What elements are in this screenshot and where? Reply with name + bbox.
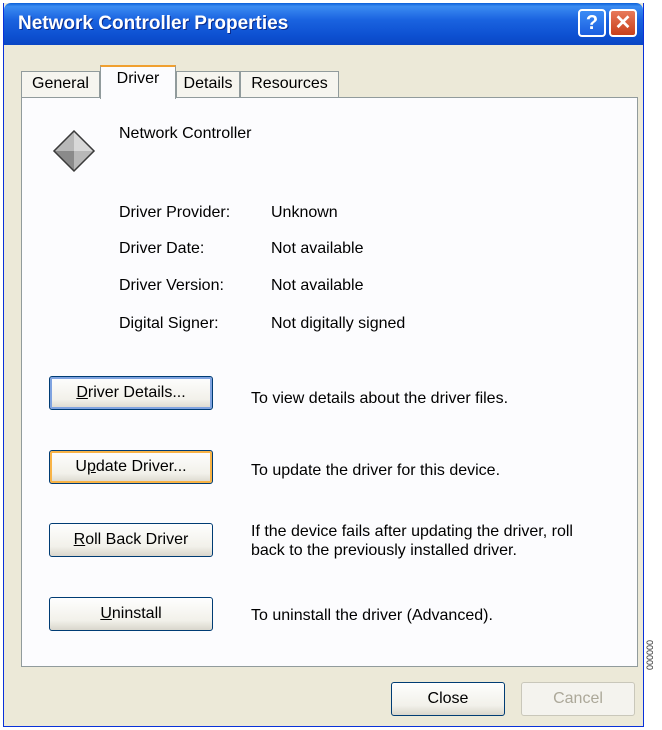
update-driver-prefix: U: [75, 458, 87, 475]
roll-back-mnemonic: R: [73, 531, 86, 548]
digital-signer-value: Not digitally signed: [271, 315, 406, 332]
tab-resources[interactable]: Resources: [240, 71, 339, 97]
driver-tab-panel: Network Controller Driver Provider: Unkn…: [21, 97, 638, 667]
cancel-button[interactable]: Cancel: [521, 682, 635, 716]
window-title: Network Controller Properties: [18, 13, 289, 34]
close-button[interactable]: Close: [391, 682, 505, 716]
uninstall-description: To uninstall the driver (Advanced).: [251, 607, 493, 624]
driver-details-button[interactable]: Driver Details...: [49, 376, 213, 410]
driver-details-mnemonic: D: [76, 384, 88, 401]
properties-dialog: Network Controller Properties ? ✕ Genera…: [3, 3, 644, 727]
help-button[interactable]: ?: [578, 9, 606, 37]
driver-date-value: Not available: [271, 240, 364, 257]
digital-signer-label: Digital Signer:: [119, 315, 219, 332]
roll-back-description-line1: If the device fails after updating the d…: [251, 523, 573, 540]
device-name: Network Controller: [119, 125, 252, 142]
tab-details[interactable]: Details: [176, 71, 240, 97]
uninstall-mnemonic: U: [100, 605, 112, 622]
driver-details-description: To view details about the driver files.: [251, 390, 509, 407]
uninstall-button[interactable]: Uninstall: [49, 597, 213, 631]
update-driver-description: To update the driver for this device.: [251, 462, 501, 479]
roll-back-label: oll Back Driver: [85, 531, 189, 548]
roll-back-description-line2: back to the previously installed driver.: [251, 542, 517, 559]
tab-driver[interactable]: Driver: [100, 65, 176, 99]
uninstall-label: ninstall: [111, 605, 162, 622]
driver-version-value: Not available: [271, 277, 364, 294]
driver-provider-value: Unknown: [271, 204, 338, 221]
title-bar[interactable]: Network Controller Properties ? ✕: [4, 3, 643, 45]
figure-code: 000000: [645, 639, 655, 670]
driver-date-label: Driver Date:: [119, 240, 205, 257]
roll-back-driver-button[interactable]: Roll Back Driver: [49, 523, 213, 557]
network-adapter-icon: [52, 129, 96, 173]
update-driver-mnemonic: p: [86, 458, 96, 475]
update-driver-button[interactable]: Update Driver...: [49, 450, 213, 484]
driver-details-label: river Details...: [87, 384, 186, 401]
driver-version-label: Driver Version:: [119, 277, 224, 294]
driver-provider-label: Driver Provider:: [119, 204, 231, 221]
close-window-button[interactable]: ✕: [609, 9, 637, 37]
tab-general[interactable]: General: [21, 71, 100, 97]
update-driver-label: date Driver...: [95, 458, 187, 475]
